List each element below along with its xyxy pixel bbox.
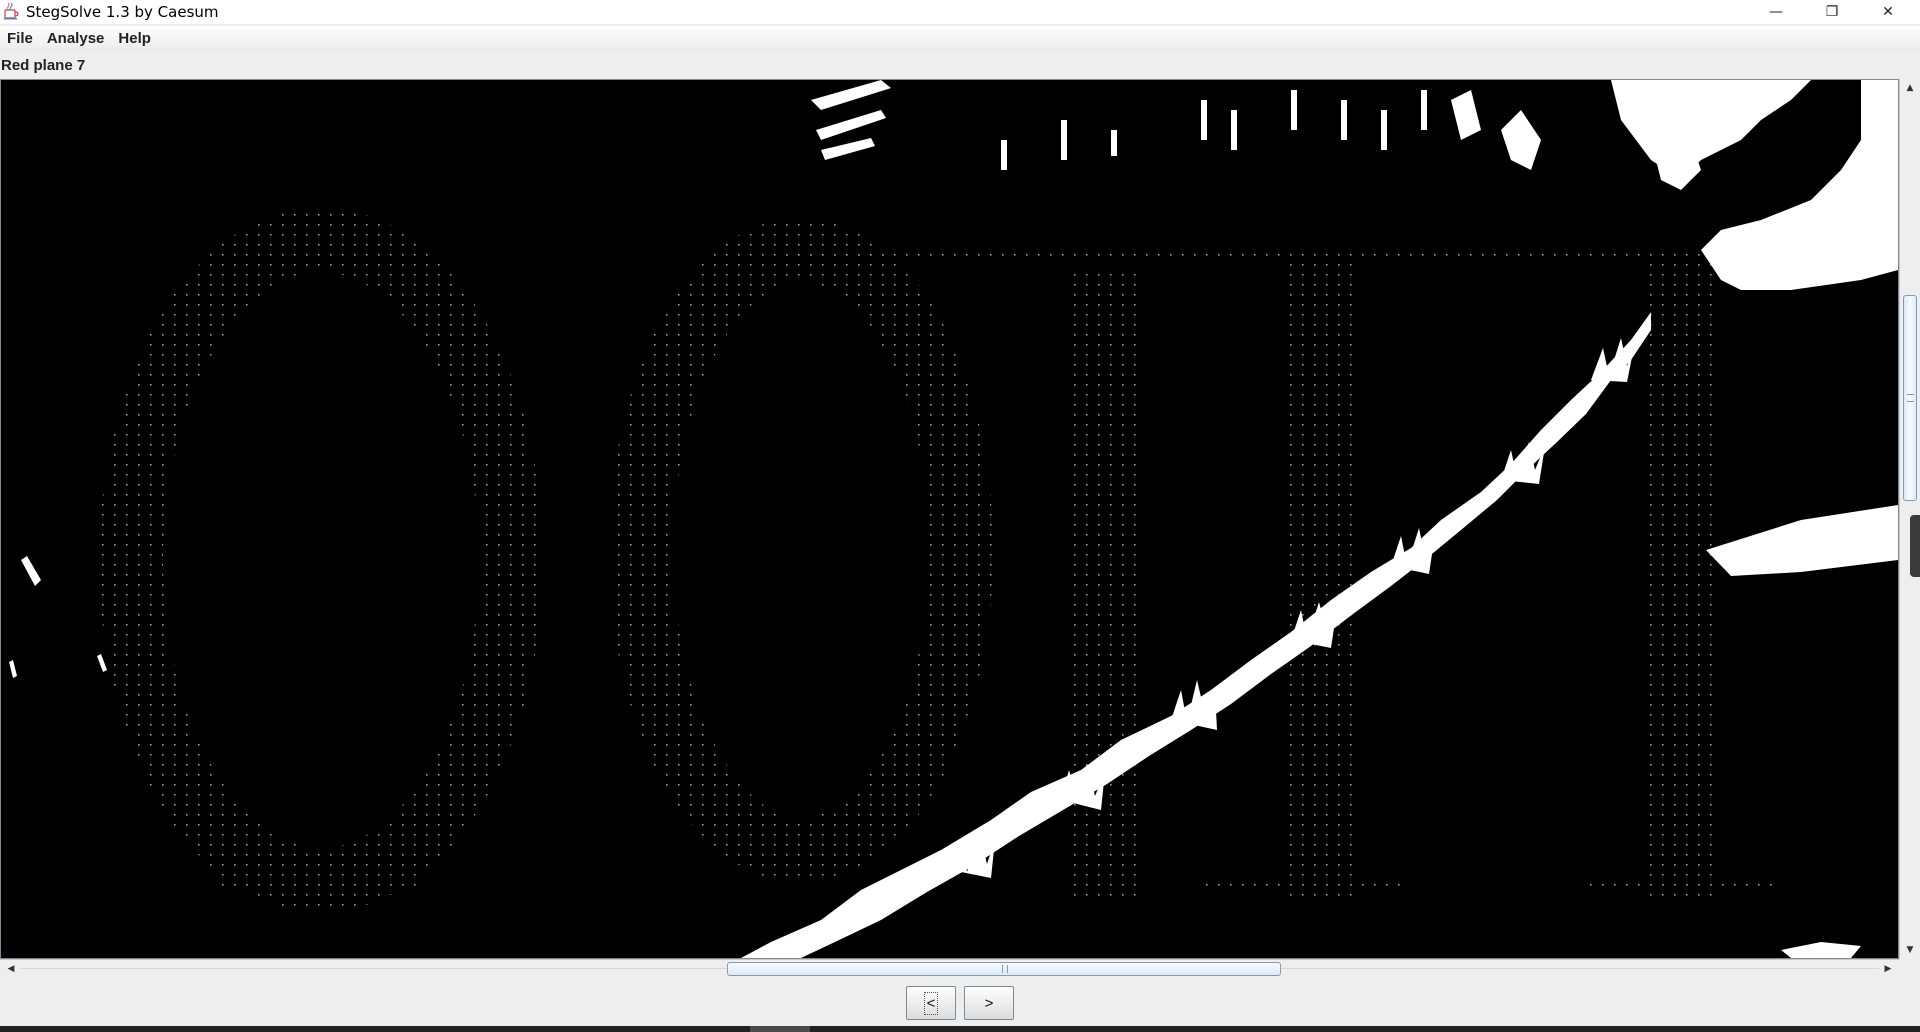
previous-label: < bbox=[923, 991, 939, 1015]
scroll-up-icon[interactable]: ▲ bbox=[1900, 80, 1920, 96]
thumb-grip bbox=[1002, 965, 1008, 973]
next-label: > bbox=[984, 994, 994, 1012]
minimize-icon: — bbox=[1769, 4, 1783, 20]
thumb-grip bbox=[1907, 394, 1914, 402]
edge-handle bbox=[1910, 515, 1920, 577]
scroll-left-icon[interactable]: ◀ bbox=[2, 960, 20, 978]
plane-label: Red plane 7 bbox=[1, 57, 86, 74]
minimize-button[interactable]: — bbox=[1748, 0, 1804, 24]
bit-plane-image bbox=[9, 80, 1898, 958]
vertical-scroll-thumb[interactable] bbox=[1903, 295, 1917, 501]
image-viewport[interactable] bbox=[0, 79, 1899, 959]
taskbar-highlight bbox=[750, 1026, 810, 1032]
java-cup-icon bbox=[3, 2, 19, 20]
dotted-pattern bbox=[99, 208, 1713, 912]
scroll-down-icon[interactable]: ▼ bbox=[1900, 942, 1920, 958]
restore-icon: ❐ bbox=[1825, 4, 1839, 20]
previous-plane-button[interactable]: < bbox=[906, 986, 956, 1020]
taskbar-edge bbox=[0, 1026, 1920, 1032]
menu-bar: File Analyse Help bbox=[0, 26, 1920, 52]
title-bar: StegSolve 1.3 by Caesum — ❐ ✕ bbox=[0, 0, 1920, 24]
scroll-right-icon[interactable]: ▶ bbox=[1879, 960, 1897, 978]
scrollbar-corner bbox=[1899, 959, 1920, 978]
horizontal-scrollbar[interactable]: ◀ ▶ bbox=[0, 959, 1899, 978]
horizontal-scroll-thumb[interactable] bbox=[727, 962, 1281, 976]
close-button[interactable]: ✕ bbox=[1860, 0, 1916, 24]
restore-button[interactable]: ❐ bbox=[1804, 0, 1860, 24]
next-plane-button[interactable]: > bbox=[964, 986, 1014, 1020]
menu-file[interactable]: File bbox=[0, 26, 40, 52]
close-icon: ✕ bbox=[1882, 4, 1894, 20]
window-title: StegSolve 1.3 by Caesum bbox=[26, 3, 219, 21]
menu-analyse[interactable]: Analyse bbox=[40, 26, 112, 52]
stegsolve-window: StegSolve 1.3 by Caesum — ❐ ✕ File Analy… bbox=[0, 0, 1920, 1032]
menu-help[interactable]: Help bbox=[111, 26, 158, 52]
